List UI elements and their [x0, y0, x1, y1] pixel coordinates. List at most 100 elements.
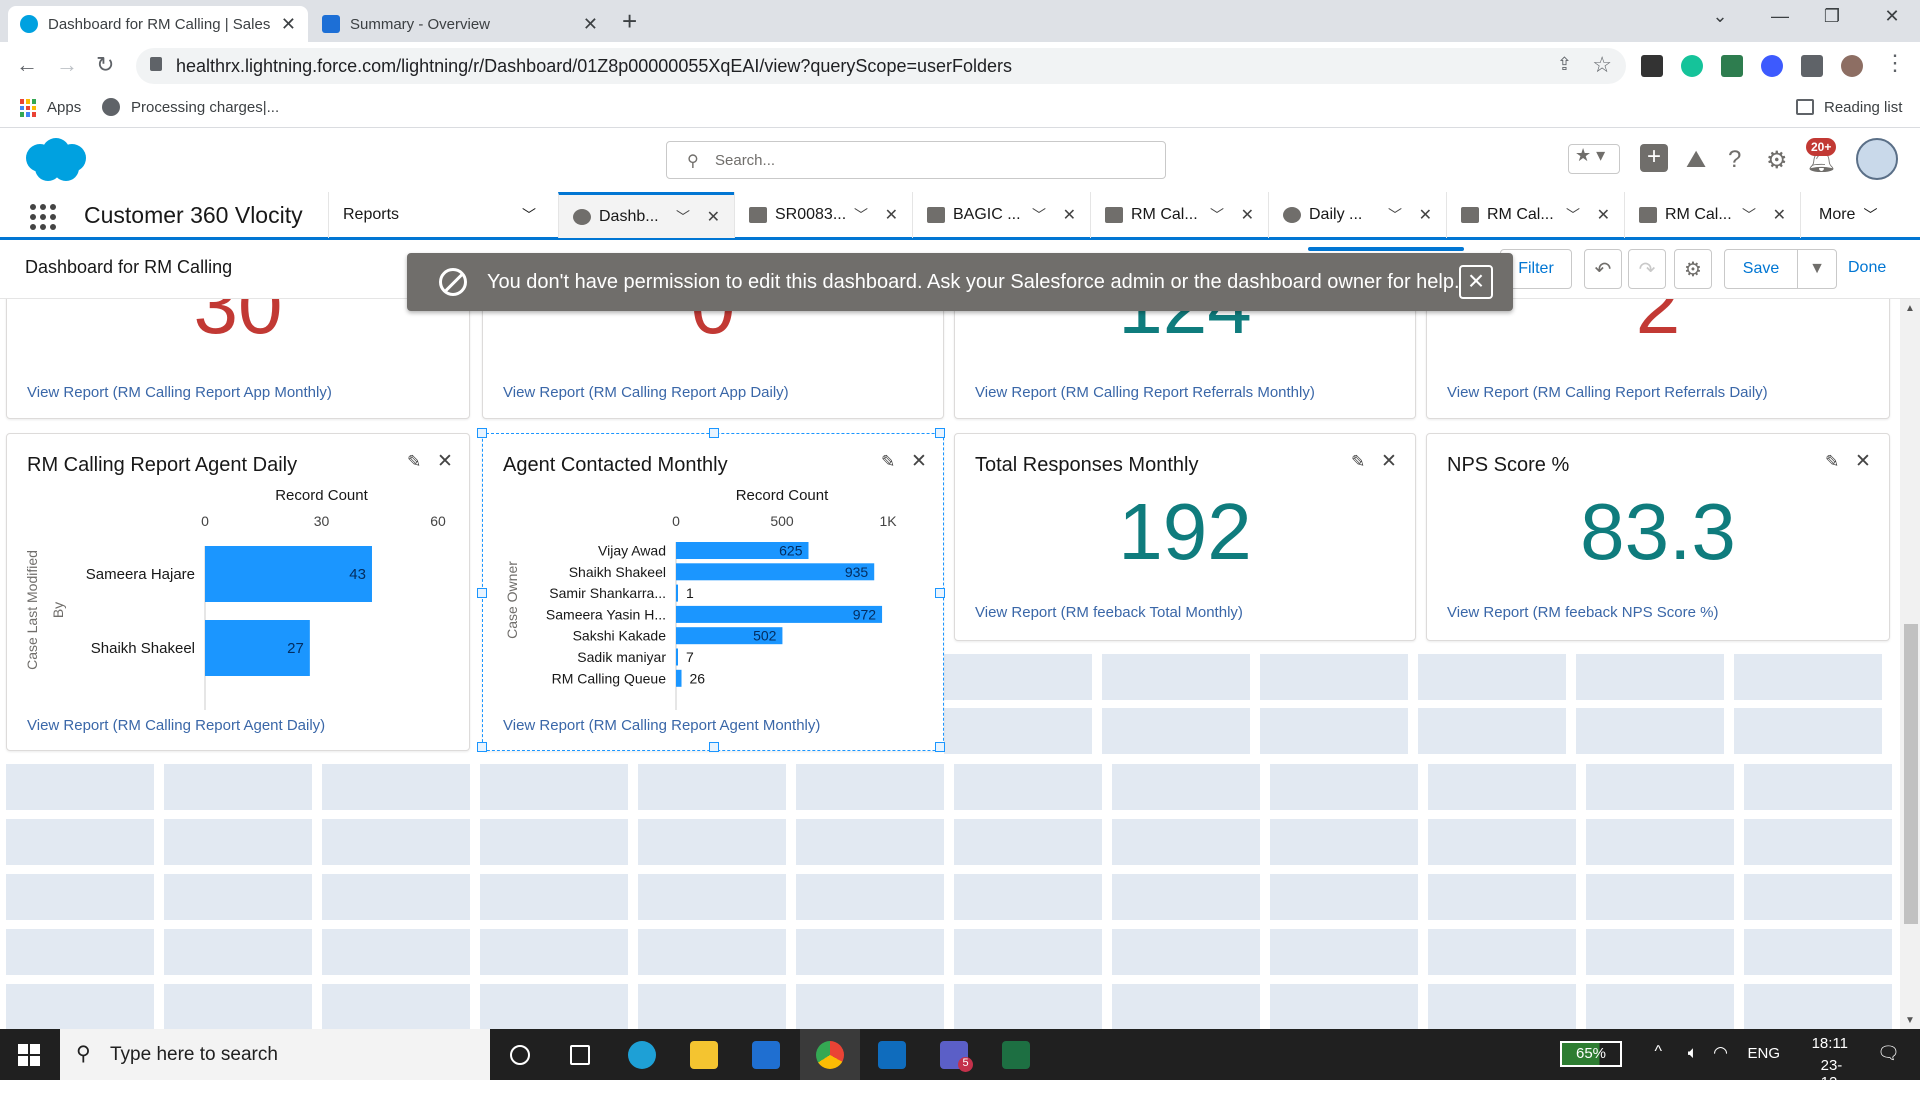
extensions-puzzle-icon[interactable] [1801, 55, 1823, 77]
excel-icon[interactable] [986, 1029, 1046, 1080]
view-report-link[interactable]: View Report (RM Calling Report Agent Mon… [503, 717, 820, 734]
window-close-icon[interactable]: ✕ [1872, 6, 1912, 27]
chevron-down-icon[interactable]: ﹀ [854, 205, 868, 225]
edge-icon[interactable] [612, 1029, 672, 1080]
remove-widget-close-icon[interactable]: ✕ [911, 450, 927, 473]
chevron-down-icon[interactable]: ﹀ [676, 207, 690, 227]
undo-icon[interactable]: ↶ [1584, 249, 1622, 289]
close-icon[interactable]: ✕ [707, 207, 720, 227]
battery-indicator[interactable]: 65% [1560, 1041, 1622, 1067]
resize-handle[interactable] [709, 742, 719, 752]
clock-time[interactable]: 18:11 [1812, 1035, 1848, 1052]
taskbar-search-input[interactable]: ⚲ Type here to search [60, 1029, 490, 1080]
close-icon[interactable]: ✕ [1419, 205, 1432, 225]
close-icon[interactable]: ✕ [1773, 205, 1786, 225]
metric-card-total-responses[interactable]: Total Responses Monthly ✎ ✕ 192 View Rep… [954, 433, 1416, 641]
help-icon[interactable]: ? [1728, 146, 1741, 174]
tab-search-icon[interactable]: ⌄ [1700, 6, 1740, 27]
browser-tab-dashboard[interactable]: Dashboard for RM Calling | Sales ✕ [8, 6, 308, 42]
view-report-link[interactable]: View Report (RM feeback NPS Score %) [1447, 604, 1719, 621]
chevron-down-icon[interactable]: ﹀ [1566, 205, 1580, 225]
file-explorer-icon[interactable] [674, 1029, 734, 1080]
scroll-up-icon[interactable]: ▲ [1905, 303, 1915, 314]
scrollbar-thumb[interactable] [1904, 624, 1918, 924]
new-tab-button[interactable]: + [622, 6, 637, 37]
bookmark-star-icon[interactable]: ☆ [1592, 52, 1612, 78]
browser-tab-summary[interactable]: Summary - Overview ✕ [310, 6, 610, 42]
nav-more-button[interactable]: More ﹀ [1800, 192, 1920, 238]
extension-profile-icon[interactable] [1761, 55, 1783, 77]
language-indicator[interactable]: ENG [1747, 1045, 1780, 1062]
view-report-link[interactable]: View Report (RM Calling Report Referrals… [1447, 384, 1768, 401]
nav-tab-sr0083[interactable]: SR0083... ﹀ ✕ [734, 192, 912, 238]
setup-gear-icon[interactable]: ⚙ [1766, 146, 1788, 175]
vertical-scrollbar[interactable]: ▲ ▼ [1900, 299, 1920, 1029]
close-icon[interactable]: ✕ [583, 14, 598, 35]
edit-pencil-icon[interactable]: ✎ [1351, 452, 1365, 472]
bookmark-apps[interactable]: Apps [47, 99, 81, 116]
resize-handle[interactable] [477, 742, 487, 752]
resize-handle[interactable] [935, 588, 945, 598]
reading-list-button[interactable]: Reading list [1824, 99, 1902, 116]
edit-pencil-icon[interactable]: ✎ [881, 452, 895, 472]
user-avatar[interactable] [1856, 138, 1898, 180]
timeline-icon[interactable] [550, 1029, 610, 1080]
salesforce-logo-icon[interactable] [20, 136, 92, 186]
yammer-icon[interactable] [736, 1029, 796, 1080]
metric-card-referrals-monthly[interactable]: 124 View Report (RM Calling Report Refer… [954, 299, 1416, 419]
forward-icon[interactable]: → [56, 52, 78, 78]
profile-avatar[interactable] [1841, 55, 1863, 77]
bookmark-processing-charges[interactable]: Processing charges|... [131, 99, 279, 116]
close-icon[interactable]: ✕ [1597, 205, 1610, 225]
task-view-icon[interactable] [490, 1029, 550, 1080]
edit-pencil-icon[interactable]: ✎ [407, 452, 421, 472]
close-icon[interactable]: ✕ [281, 14, 296, 35]
nav-tab-dashboard[interactable]: Dashb... ﹀ ✕ [558, 192, 734, 238]
remove-widget-close-icon[interactable]: ✕ [1855, 450, 1871, 473]
save-button[interactable]: Save [1724, 249, 1798, 289]
reports-dropdown[interactable]: ﹀ [508, 192, 558, 238]
chart-card-agent-daily[interactable]: RM Calling Report Agent Daily ✎ ✕ Record… [6, 433, 470, 751]
extension-grammarly-icon[interactable] [1681, 55, 1703, 77]
resize-handle[interactable] [477, 588, 487, 598]
chevron-down-icon[interactable]: ﹀ [1742, 205, 1756, 225]
browser-menu-icon[interactable]: ⋮ [1884, 50, 1906, 76]
save-options-dropdown[interactable]: ▼ [1797, 249, 1837, 289]
resize-handle[interactable] [935, 428, 945, 438]
share-icon[interactable]: ⇪ [1557, 54, 1572, 75]
metric-card-app-monthly[interactable]: 30 View Report (RM Calling Report App Mo… [6, 299, 470, 419]
close-icon[interactable]: ✕ [885, 205, 898, 225]
outlook-icon[interactable] [862, 1029, 922, 1080]
url-input[interactable]: healthrx.lightning.force.com/lightning/r… [136, 48, 1626, 84]
clock-date[interactable]: 23-12-2021 [1821, 1057, 1854, 1108]
chevron-up-icon[interactable]: ^ [1654, 1043, 1662, 1061]
chart-card-agent-monthly[interactable]: Agent Contacted Monthly ✎ ✕ Record Count… [477, 428, 945, 752]
close-icon[interactable]: ✕ [1063, 205, 1076, 225]
nav-tab-bagic[interactable]: BAGIC ... ﹀ ✕ [912, 192, 1090, 238]
resize-handle[interactable] [477, 428, 487, 438]
edit-pencil-icon[interactable]: ✎ [1825, 452, 1839, 472]
extension-drive-icon[interactable] [1721, 55, 1743, 77]
view-report-link[interactable]: View Report (RM Calling Report Agent Dai… [27, 717, 325, 734]
scroll-down-icon[interactable]: ▼ [1905, 1015, 1915, 1026]
apps-grid-icon[interactable] [20, 99, 38, 117]
chevron-down-icon[interactable]: ﹀ [1388, 205, 1402, 225]
global-search-input[interactable]: ⚲ Search... [666, 141, 1166, 179]
back-icon[interactable]: ← [16, 52, 38, 78]
global-actions-plus-icon[interactable]: + [1640, 144, 1668, 172]
done-button[interactable]: Done [1848, 259, 1886, 277]
favorites-star-icon[interactable]: ★ ▾ [1568, 144, 1620, 174]
reload-icon[interactable]: ↻ [96, 52, 114, 78]
view-report-link[interactable]: View Report (RM feeback Total Monthly) [975, 604, 1243, 621]
metric-card-app-daily[interactable]: 0 View Report (RM Calling Report App Dai… [482, 299, 944, 419]
wifi-icon[interactable]: ◠ [1713, 1043, 1728, 1063]
nav-tab-rm-calling-2[interactable]: RM Cal... ﹀ ✕ [1446, 192, 1624, 238]
teams-icon[interactable]: 5 [924, 1029, 984, 1080]
metric-card-nps-score[interactable]: NPS Score % ✎ ✕ 83.3 View Report (RM fee… [1426, 433, 1890, 641]
resize-handle[interactable] [935, 742, 945, 752]
resize-handle[interactable] [709, 428, 719, 438]
view-report-link[interactable]: View Report (RM Calling Report App Daily… [503, 384, 789, 401]
nav-tab-reports[interactable]: Reports [328, 192, 508, 238]
nav-tab-daily[interactable]: Daily ... ﹀ ✕ [1268, 192, 1446, 238]
view-report-link[interactable]: View Report (RM Calling Report App Month… [27, 384, 332, 401]
